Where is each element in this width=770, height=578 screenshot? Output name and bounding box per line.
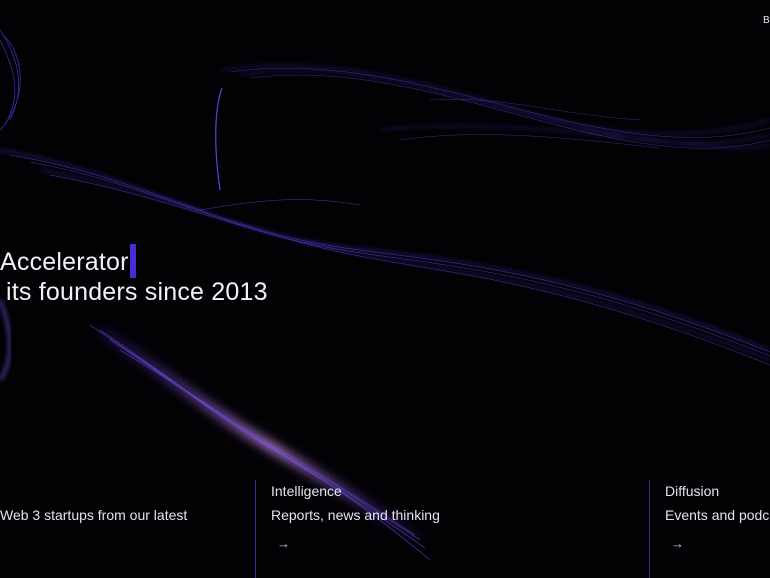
card-diffusion-desc: Events and podcasts <box>665 507 770 523</box>
arrow-right-icon[interactable]: → <box>671 536 684 551</box>
card-portfolio[interactable]: Web 3 startups from our latest <box>0 480 254 578</box>
card-portfolio-desc: Web 3 startups from our latest <box>0 507 188 523</box>
landing-page: B Accelerator its founders since 2013 We… <box>0 0 770 578</box>
card-divider <box>255 480 256 578</box>
arrow-right-icon[interactable]: → <box>277 536 290 551</box>
hero-headline: Accelerator <box>0 244 136 278</box>
card-divider <box>649 480 650 578</box>
top-nav-link[interactable]: B <box>763 15 770 26</box>
card-intelligence-desc: Reports, news and thinking <box>271 507 440 523</box>
card-intelligence[interactable]: Intelligence Reports, news and thinking … <box>255 480 645 578</box>
card-diffusion-title: Diffusion <box>665 483 720 499</box>
card-diffusion[interactable]: Diffusion Events and podcasts → <box>649 480 770 578</box>
hero-subheadline: its founders since 2013 <box>6 278 268 306</box>
card-intelligence-title: Intelligence <box>271 483 342 499</box>
hero-headline-text: Accelerator <box>0 248 129 276</box>
typing-cursor <box>129 244 136 278</box>
